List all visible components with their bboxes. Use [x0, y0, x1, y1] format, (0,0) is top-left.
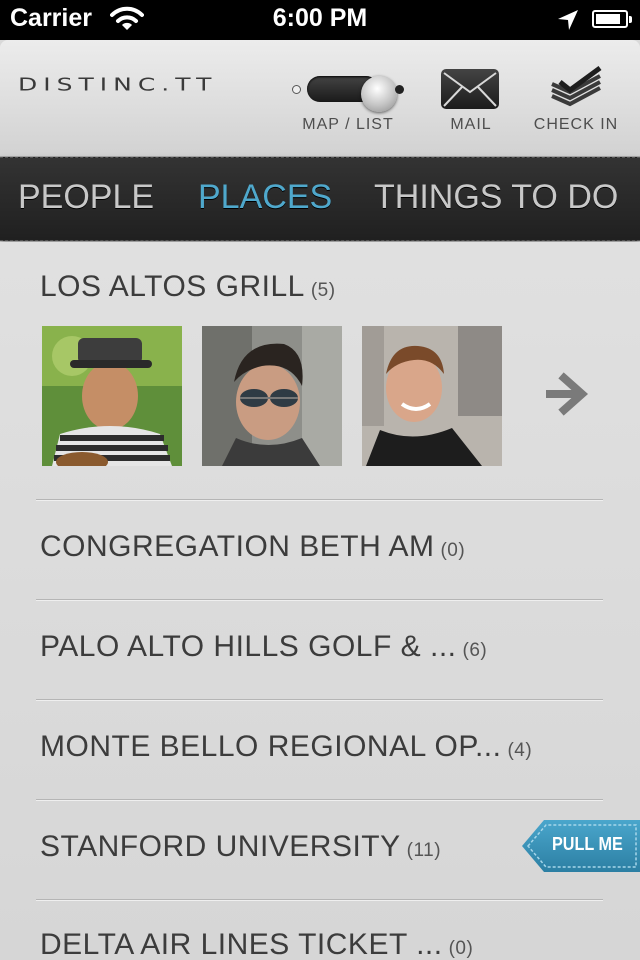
location-arrow-icon — [556, 8, 580, 36]
pull-me-tab[interactable]: PULL ME — [522, 820, 640, 872]
place-name: MONTE BELLO REGIONAL OP... — [40, 730, 502, 763]
mail-icon[interactable] — [440, 68, 500, 114]
place-name: STANFORD UNIVERSITY — [40, 830, 401, 863]
place-title: LOS ALTOS GRILL (5) — [40, 270, 336, 304]
place-title: MONTE BELLO REGIONAL OP... (4) — [40, 730, 532, 764]
check-in-icon[interactable] — [548, 65, 604, 112]
person-photo[interactable] — [42, 326, 182, 466]
person-photo[interactable] — [362, 326, 502, 466]
list-item[interactable]: CONGREGATION BETH AM (0) — [0, 500, 640, 600]
toggle-knob[interactable] — [361, 76, 397, 112]
map-list-label: MAP / LIST — [302, 116, 394, 133]
place-count: (11) — [406, 840, 442, 861]
place-count: (4) — [507, 740, 533, 761]
category-tabs: PEOPLE PLACES THINGS TO DO — [0, 157, 640, 241]
check-in-label: CHECK IN — [533, 116, 619, 133]
toggle-track — [307, 76, 397, 112]
status-time: 6:00 PM — [272, 4, 368, 32]
next-photos-arrow-icon[interactable] — [546, 370, 590, 422]
place-count: (5) — [310, 280, 336, 301]
place-title: DELTA AIR LINES TICKET ... (0) — [40, 928, 473, 960]
person-photo[interactable] — [202, 326, 342, 466]
place-name: CONGREGATION BETH AM — [40, 530, 435, 563]
places-list: LOS ALTOS GRILL (5) CONGREGATION BETH AM… — [0, 242, 640, 960]
place-count: (0) — [440, 540, 466, 561]
tab-things-to-do[interactable]: THINGS TO DO — [374, 178, 618, 217]
place-title: STANFORD UNIVERSITY (11) — [40, 830, 441, 864]
place-count: (6) — [462, 640, 488, 661]
place-name: PALO ALTO HILLS GOLF & ... — [40, 630, 457, 663]
status-bar: Carrier 6:00 PM — [0, 0, 640, 40]
list-item[interactable]: DELTA AIR LINES TICKET ... (0) — [0, 900, 640, 960]
tab-places[interactable]: PLACES — [198, 178, 332, 217]
app-logo: DISTINC.TT — [18, 74, 218, 95]
list-item[interactable]: MONTE BELLO REGIONAL OP... (4) — [0, 700, 640, 800]
place-count: (0) — [448, 938, 474, 959]
place-title: PALO ALTO HILLS GOLF & ... (6) — [40, 630, 487, 664]
map-indicator-dot — [292, 85, 301, 94]
battery-level-fill — [596, 14, 620, 24]
map-list-toggle[interactable] — [290, 70, 406, 114]
battery-icon — [592, 10, 632, 28]
mail-label: MAIL — [450, 116, 492, 133]
top-toolbar: DISTINC.TT MAP / LIST MAIL CHECK IN — [0, 40, 640, 157]
place-name: DELTA AIR LINES TICKET ... — [40, 928, 443, 960]
pull-tab-label: PULL ME — [552, 834, 623, 854]
list-indicator-dot — [395, 85, 404, 94]
place-name: LOS ALTOS GRILL — [40, 270, 305, 303]
place-title: CONGREGATION BETH AM (0) — [40, 530, 465, 564]
tab-people[interactable]: PEOPLE — [18, 178, 154, 217]
list-item[interactable]: LOS ALTOS GRILL (5) — [0, 242, 640, 500]
list-item[interactable]: PALO ALTO HILLS GOLF & ... (6) — [0, 600, 640, 700]
